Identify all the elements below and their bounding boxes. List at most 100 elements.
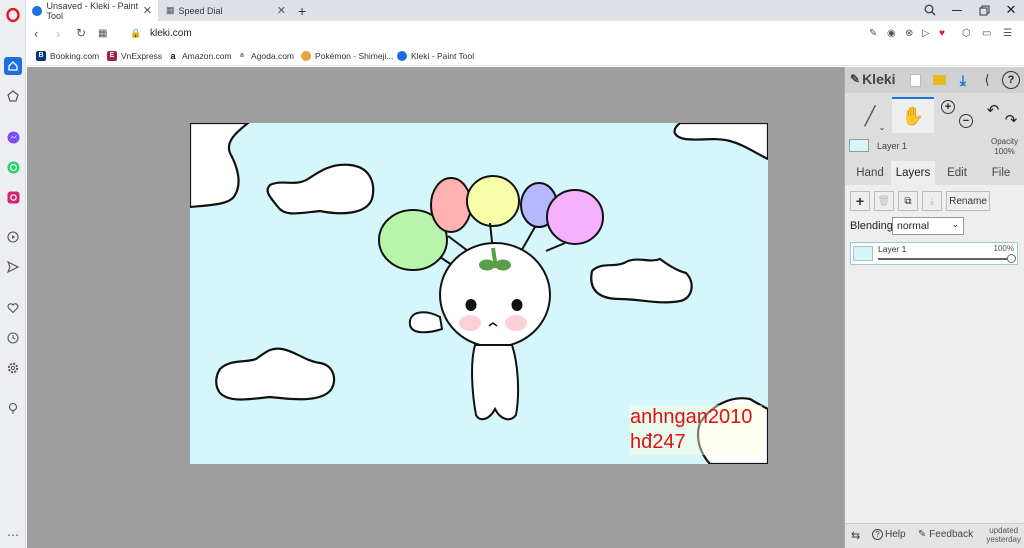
home-icon[interactable]	[4, 57, 22, 75]
share-icon[interactable]: ⟨	[979, 72, 995, 88]
tab-kleki[interactable]: Unsaved - Kleki - Paint Tool ✕	[26, 0, 158, 21]
lightbulb-icon[interactable]	[4, 399, 22, 417]
close-tab-icon[interactable]: ✕	[143, 4, 152, 17]
bookmarks-bar: B Booking.com E VnExpress a Amazon.com a Ago…	[26, 45, 1024, 66]
drawing-canvas[interactable]: anhngan2010 hđ247	[188, 121, 770, 466]
current-layer-name: Layer 1	[877, 141, 908, 151]
speed-dial-grid-icon[interactable]: ▦	[98, 28, 107, 39]
zoom-out-icon[interactable]: −	[959, 114, 973, 128]
heart-bookmark-icon[interactable]: ♥	[939, 28, 945, 39]
new-image-icon[interactable]	[907, 72, 923, 88]
tab-title: Speed Dial	[178, 5, 223, 16]
balloon-pink	[430, 177, 472, 233]
pinboard-icon[interactable]	[4, 87, 22, 105]
kleki-favicon-icon	[32, 5, 42, 16]
feedback-icon: ✎	[918, 529, 930, 540]
blending-label: Blending	[850, 220, 893, 232]
messenger-icon[interactable]	[4, 128, 22, 146]
back-icon[interactable]: ‹	[34, 26, 38, 41]
merge-layer-icon[interactable]: ⤓	[922, 191, 942, 211]
close-window-icon[interactable]: ✕	[1002, 2, 1020, 18]
speed-dial-icon: ▦	[166, 5, 175, 15]
undo-icon[interactable]: ↶	[985, 102, 1001, 119]
tab-title: Unsaved - Kleki - Paint Tool	[46, 0, 139, 21]
layer-opacity-slider[interactable]	[878, 254, 1016, 263]
rename-button[interactable]: Rename	[946, 191, 990, 211]
help-circle-icon: ?	[872, 529, 883, 540]
brush-dropdown-icon[interactable]: ⌄	[877, 122, 887, 132]
instagram-icon[interactable]	[4, 188, 22, 206]
history-icon[interactable]	[4, 329, 22, 347]
tab-hand[interactable]: Hand	[849, 161, 891, 185]
chevron-down-icon: ⌄	[951, 219, 959, 229]
character-wing	[408, 311, 444, 334]
layer-item-opacity: 100%	[993, 244, 1014, 253]
pokemon-icon	[301, 50, 311, 61]
feedback-link[interactable]: ✎ Feedback	[918, 529, 973, 540]
reload-icon[interactable]: ↻	[76, 26, 86, 40]
tab-speed-dial[interactable]: ▦ Speed Dial ✕	[160, 0, 292, 21]
kleki-logo-icon: ✎	[850, 72, 861, 86]
open-folder-icon[interactable]	[931, 72, 947, 88]
kleki-bookmark-icon	[397, 50, 407, 61]
add-layer-button[interactable]: +	[850, 191, 870, 211]
bookmark-amazon[interactable]: a Amazon.com	[168, 49, 232, 62]
swap-panel-icon[interactable]: ⇆	[851, 529, 860, 542]
flow-icon[interactable]: ▷	[922, 28, 930, 39]
redo-icon[interactable]: ↷	[1003, 112, 1019, 129]
search-tabs-icon[interactable]	[921, 2, 939, 18]
kleki-workspace: anhngan2010 hđ247 ✎ Kleki ⤓ ⟨ ? ╱ ⌄ ✋ + …	[27, 67, 1024, 548]
delete-layer-icon[interactable]: 🗑	[874, 191, 894, 211]
snapshot-icon[interactable]: ◉	[887, 28, 896, 39]
easy-setup-icon[interactable]: ☰	[1003, 28, 1012, 39]
cloud-small-left	[266, 163, 375, 215]
watermark-line-1: anhngan2010	[630, 406, 753, 428]
hand-tool-icon[interactable]: ✋	[892, 97, 934, 133]
battery-icon[interactable]: ▭	[982, 28, 991, 39]
help-link[interactable]: ? Help	[872, 529, 906, 540]
more-icon[interactable]: ⋯	[4, 526, 22, 544]
bookmark-agoda[interactable]: a Agoda.com	[237, 49, 294, 62]
cloud-right	[590, 257, 693, 304]
minimize-icon[interactable]	[948, 2, 966, 18]
watermark-text: anhngan2010 hđ247	[630, 405, 762, 455]
bookmark-booking[interactable]: B Booking.com	[36, 49, 99, 62]
block-ads-icon[interactable]: ⊗	[905, 28, 913, 39]
address-bar: ‹ › ↻ ▦ 🔒 kleki.com ✎ ◉ ⊗ ▷ ♥ ⬡ ▭ ☰	[26, 21, 1024, 45]
opera-sidebar: ⋯	[0, 0, 26, 548]
zoom-in-icon[interactable]: +	[941, 100, 955, 114]
balloon-yellow	[466, 175, 520, 227]
bookmark-vnexpress[interactable]: E VnExpress	[107, 49, 162, 62]
agoda-icon: a	[237, 50, 247, 61]
tab-file[interactable]: File	[981, 161, 1021, 185]
cloud-top-left	[188, 121, 252, 209]
tab-edit[interactable]: Edit	[937, 161, 977, 185]
new-tab-button[interactable]: +	[292, 0, 312, 21]
player-icon[interactable]	[4, 228, 22, 246]
bookmark-kleki[interactable]: Kleki - Paint Tool	[397, 49, 474, 62]
tab-layers[interactable]: Layers	[891, 161, 935, 185]
extensions-icon[interactable]: ⬡	[962, 28, 971, 39]
forward-icon[interactable]: ›	[56, 26, 60, 41]
settings-icon[interactable]	[4, 359, 22, 377]
url-field[interactable]: kleki.com	[150, 28, 192, 39]
edit-icon[interactable]: ✎	[869, 28, 877, 39]
bookmark-pokemon[interactable]: Pokémon - Shimeji...	[301, 49, 393, 62]
restore-icon[interactable]	[975, 2, 993, 18]
blending-select[interactable]: normal ⌄	[892, 217, 964, 235]
heart-icon[interactable]	[4, 299, 22, 317]
lock-icon: 🔒	[130, 27, 142, 38]
character-eye-left	[465, 299, 477, 311]
close-tab-icon[interactable]: ✕	[277, 4, 286, 17]
send-icon[interactable]	[4, 258, 22, 276]
layer-opacity-knob[interactable]	[1007, 254, 1016, 263]
opera-logo-icon[interactable]	[4, 6, 22, 24]
kleki-logo: ✎ Kleki	[850, 71, 896, 87]
download-icon[interactable]: ⤓	[955, 72, 971, 88]
whatsapp-icon[interactable]	[4, 158, 22, 176]
opacity-readout: Opacity 100%	[991, 137, 1019, 156]
panel-footer: ⇆ ? Help ✎ Feedback updated yesterday	[845, 523, 1024, 548]
help-icon[interactable]: ?	[1002, 71, 1020, 89]
layer-item[interactable]: Layer 1 100%	[850, 242, 1018, 265]
duplicate-layer-icon[interactable]: ⧉	[898, 191, 918, 211]
